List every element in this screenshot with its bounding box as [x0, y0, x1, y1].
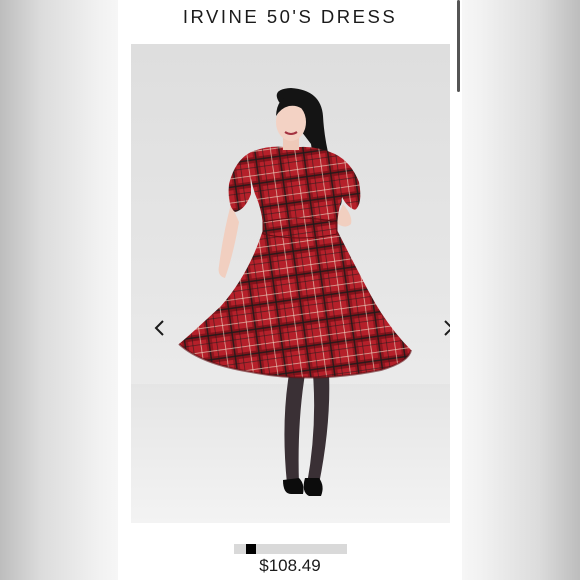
product-price: $108.49: [259, 556, 321, 575]
chevron-right-icon: [444, 320, 450, 336]
background-blur-left: [0, 0, 118, 580]
scrollbar[interactable]: [456, 0, 462, 100]
image-pagination[interactable]: [234, 544, 347, 554]
product-title: IRVINE 50'S DRESS: [182, 6, 398, 27]
next-image-button[interactable]: [436, 316, 450, 340]
background-blur-right: [462, 0, 580, 580]
product-page: IRVINE 50'S DRESS $108.49: [118, 0, 462, 580]
previous-image-button[interactable]: [148, 316, 172, 340]
dress-photo-illustration: [131, 88, 450, 523]
product-image[interactable]: [131, 44, 450, 523]
chevron-left-icon: [154, 320, 164, 336]
scrollbar-thumb[interactable]: [457, 0, 460, 92]
pagination-active-indicator[interactable]: [246, 544, 256, 554]
